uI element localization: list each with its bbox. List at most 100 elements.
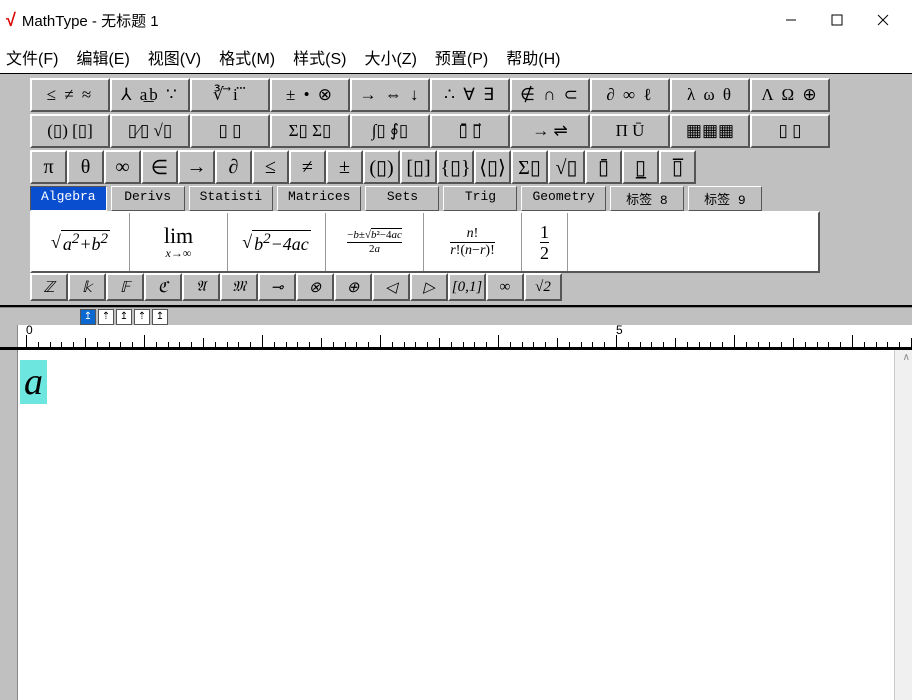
- palette-r1-0[interactable]: ≤ ≠ ≈: [30, 78, 110, 112]
- tab-derivs[interactable]: Derivs: [111, 186, 185, 211]
- tab-matrices[interactable]: Matrices: [277, 186, 361, 211]
- palette-r2-8[interactable]: ▦▦▦: [670, 114, 750, 148]
- palette-r3-6[interactable]: ≤: [252, 150, 289, 184]
- tab-trig[interactable]: Trig: [443, 186, 517, 211]
- palette-r3-4[interactable]: →: [178, 150, 215, 184]
- template-empty[interactable]: [568, 213, 818, 271]
- template-half[interactable]: 12: [522, 213, 568, 271]
- menu-edit[interactable]: 编辑(E): [76, 45, 129, 69]
- palette-r3-2[interactable]: ∞: [104, 150, 141, 184]
- minimize-button[interactable]: [768, 4, 814, 36]
- palette-r3-10[interactable]: [▯]: [400, 150, 437, 184]
- palette-r2-7[interactable]: Π Ū: [590, 114, 670, 148]
- menu-size[interactable]: 大小(Z): [364, 45, 416, 69]
- palette-r2-2[interactable]: ▯ ▯: [190, 114, 270, 148]
- bottom-cell-11[interactable]: [0,1]: [448, 273, 486, 301]
- maximize-button[interactable]: [814, 4, 860, 36]
- palette-r2-1[interactable]: ▯⁄▯ √▯: [110, 114, 190, 148]
- template-limit[interactable]: limx→∞: [130, 213, 228, 271]
- alignment-bar: ↥ ⇡ ↥ ⇡ ↥: [0, 307, 912, 325]
- bottom-cell-0[interactable]: ℤ: [30, 273, 68, 301]
- palette-r1-5[interactable]: ∴ ∀ ∃: [430, 78, 510, 112]
- window-buttons: [768, 4, 906, 36]
- palette-r3-3[interactable]: ∈: [141, 150, 178, 184]
- align-btn-2[interactable]: ⇡: [98, 309, 114, 325]
- palette-r1-8[interactable]: λ ω θ: [670, 78, 750, 112]
- bottom-cell-9[interactable]: ◁: [372, 273, 410, 301]
- palette-r3-0[interactable]: π: [30, 150, 67, 184]
- scroll-up-icon[interactable]: ∧: [903, 352, 910, 363]
- palette-r3-8[interactable]: ±: [326, 150, 363, 184]
- tab-标签 8[interactable]: 标签 8: [610, 186, 684, 211]
- palette-r2-9[interactable]: ▯ ▯: [750, 114, 830, 148]
- bottom-cell-1[interactable]: 𝕜: [68, 273, 106, 301]
- palette-r3-12[interactable]: ⟨▯⟩: [474, 150, 511, 184]
- palette-r3-11[interactable]: {▯}: [437, 150, 474, 184]
- template-discriminant[interactable]: √b2−4ac: [228, 213, 326, 271]
- tab-geometry[interactable]: Geometry: [521, 186, 605, 211]
- menu-view[interactable]: 视图(V): [148, 45, 201, 69]
- titlebar: √ MathType - 无标题 1: [0, 0, 912, 40]
- menu-file[interactable]: 文件(F): [6, 45, 58, 69]
- palette-r3-13[interactable]: Σ▯: [511, 150, 548, 184]
- tab-algebra[interactable]: Algebra: [30, 186, 107, 211]
- palette-r3-14[interactable]: √▯: [548, 150, 585, 184]
- bottom-cell-2[interactable]: 𝔽: [106, 273, 144, 301]
- bottom-cell-13[interactable]: √2: [524, 273, 562, 301]
- palette-r3-17[interactable]: ▯̅: [659, 150, 696, 184]
- template-combination[interactable]: n!r!(n−r)!: [424, 213, 522, 271]
- menu-preset[interactable]: 预置(P): [435, 45, 488, 69]
- template-pythagoras[interactable]: √a2+b2: [32, 213, 130, 271]
- bottom-cell-5[interactable]: 𝔐: [220, 273, 258, 301]
- menu-style[interactable]: 样式(S): [293, 45, 346, 69]
- small-symbol-bar: πθ∞∈→∂≤≠±(▯)[▯]{▯}⟨▯⟩Σ▯√▯▯̄▯̲▯̅: [30, 150, 910, 184]
- bottom-cell-4[interactable]: 𝔄: [182, 273, 220, 301]
- palette-r2-3[interactable]: Σ▯ Σ▯: [270, 114, 350, 148]
- toolbar-area: ≤ ≠ ≈⅄ a͟b ∵∛ ⃗i ⃛± • ⊗→ ⇔ ↓∴ ∀ ∃∉ ∩ ⊂∂ …: [0, 74, 912, 307]
- palette-r3-9[interactable]: (▯): [363, 150, 400, 184]
- bottom-cell-10[interactable]: ▷: [410, 273, 448, 301]
- bottom-cell-12[interactable]: ∞: [486, 273, 524, 301]
- close-button[interactable]: [860, 4, 906, 36]
- category-tabs: AlgebraDerivsStatistiMatricesSetsTrigGeo…: [30, 186, 910, 211]
- palette-r2-0[interactable]: (▯) [▯]: [30, 114, 110, 148]
- bottom-cell-6[interactable]: ⊸: [258, 273, 296, 301]
- tab-标签 9[interactable]: 标签 9: [688, 186, 762, 211]
- palette-r1-4[interactable]: → ⇔ ↓: [350, 78, 430, 112]
- palette-r2-5[interactable]: ▯̄ ▯⃗: [430, 114, 510, 148]
- bottom-cell-8[interactable]: ⊕: [334, 273, 372, 301]
- align-btn-3[interactable]: ↥: [116, 309, 132, 325]
- palette-r1-7[interactable]: ∂ ∞ ℓ: [590, 78, 670, 112]
- equation-editor[interactable]: a: [18, 350, 894, 700]
- menu-bar: 文件(F) 编辑(E) 视图(V) 格式(M) 样式(S) 大小(Z) 预置(P…: [0, 40, 912, 74]
- editor-selection[interactable]: a: [20, 360, 47, 404]
- palette-r1-1[interactable]: ⅄ a͟b ∵: [110, 78, 190, 112]
- align-btn-1[interactable]: ↥: [80, 309, 96, 325]
- palette-r3-7[interactable]: ≠: [289, 150, 326, 184]
- palette-r3-1[interactable]: θ: [67, 150, 104, 184]
- palette-r3-5[interactable]: ∂: [215, 150, 252, 184]
- ruler-mark-5: 5: [616, 323, 623, 337]
- bottom-cell-7[interactable]: ⊗: [296, 273, 334, 301]
- palette-r1-2[interactable]: ∛ ⃗i ⃛: [190, 78, 270, 112]
- palette-r1-3[interactable]: ± • ⊗: [270, 78, 350, 112]
- ruler[interactable]: 0 5: [18, 325, 912, 347]
- tab-sets[interactable]: Sets: [365, 186, 439, 211]
- align-btn-5[interactable]: ↥: [152, 309, 168, 325]
- palette-r3-15[interactable]: ▯̄: [585, 150, 622, 184]
- align-btn-4[interactable]: ⇡: [134, 309, 150, 325]
- palette-r1-6[interactable]: ∉ ∩ ⊂: [510, 78, 590, 112]
- bottom-cell-3[interactable]: ℭ: [144, 273, 182, 301]
- app-logo: √: [6, 10, 16, 31]
- palette-r3-16[interactable]: ▯̲: [622, 150, 659, 184]
- palette-r2-6[interactable]: → ⇌: [510, 114, 590, 148]
- palette-r1-9[interactable]: Λ Ω ⊕: [750, 78, 830, 112]
- menu-format[interactable]: 格式(M): [219, 45, 275, 69]
- menu-help[interactable]: 帮助(H): [506, 45, 560, 69]
- template-quadratic[interactable]: −b±√b²−4ac2a: [326, 213, 424, 271]
- vertical-scrollbar[interactable]: ∧: [894, 350, 912, 700]
- ruler-corner: [0, 325, 18, 347]
- palette-r2-4[interactable]: ∫▯ ∮▯: [350, 114, 430, 148]
- window-title: MathType - 无标题 1: [22, 10, 768, 31]
- tab-statisti[interactable]: Statisti: [189, 186, 273, 211]
